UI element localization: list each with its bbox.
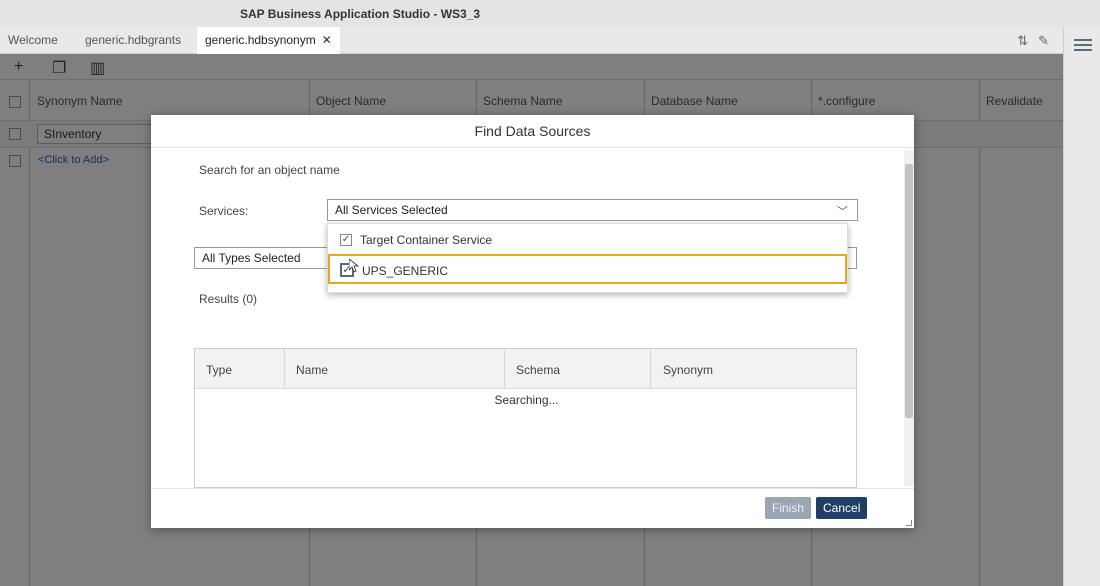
right-sidebar bbox=[1063, 27, 1100, 586]
checkbox-checked-icon[interactable]: ✓ bbox=[340, 234, 352, 246]
find-data-sources-dialog: Find Data Sources Search for an object n… bbox=[151, 115, 914, 528]
col-synonym[interactable]: Synonym bbox=[663, 363, 713, 377]
search-label: Search for an object name bbox=[199, 163, 340, 177]
dialog-scrollbar[interactable] bbox=[904, 150, 914, 486]
results-table: Type Name Schema Synonym Searching... bbox=[194, 348, 857, 488]
finish-button[interactable]: Finish bbox=[765, 497, 812, 519]
services-label: Services: bbox=[199, 204, 249, 218]
searching-status: Searching... bbox=[494, 393, 559, 407]
dialog-footer: Finish Cancel bbox=[151, 488, 914, 528]
cancel-button[interactable]: Cancel bbox=[816, 497, 868, 519]
results-table-header: Type Name Schema Synonym bbox=[195, 349, 856, 389]
col-type[interactable]: Type bbox=[206, 363, 232, 377]
window-title-bar: SAP Business Application Studio - WS3_3 bbox=[0, 0, 1100, 27]
service-option-ups-generic[interactable]: ✓ UPS_GENERIC bbox=[328, 254, 847, 284]
sync-icon[interactable]: ⇅ bbox=[1017, 33, 1028, 48]
tab-tools: ⇅ ✎ bbox=[1007, 33, 1049, 49]
tab-welcome[interactable]: Welcome bbox=[0, 27, 66, 54]
mouse-cursor-icon bbox=[349, 259, 359, 273]
pin-icon[interactable]: ✎ bbox=[1038, 33, 1049, 48]
tab-generic-hdbgrants[interactable]: generic.hdbgrants bbox=[77, 27, 189, 54]
tab-generic-hdbsynonym[interactable]: generic.hdbsynonym ✕ bbox=[197, 27, 340, 54]
option-label: UPS_GENERIC bbox=[362, 264, 449, 278]
dialog-body: Search for an object name Services: All … bbox=[151, 148, 914, 488]
services-dropdown: ✓ Target Container Service ✓ UPS_GENERIC bbox=[327, 223, 848, 293]
services-select[interactable]: All Services Selected ﹀ bbox=[327, 199, 858, 221]
outline-list-icon[interactable] bbox=[1074, 39, 1092, 53]
col-name[interactable]: Name bbox=[296, 363, 328, 377]
tab-label: generic.hdbgrants bbox=[85, 33, 182, 47]
results-count: Results (0) bbox=[199, 292, 258, 306]
tab-label: generic.hdbsynonym bbox=[205, 33, 316, 47]
dialog-title: Find Data Sources bbox=[151, 115, 914, 148]
tab-label: Welcome bbox=[8, 33, 58, 47]
option-label: Target Container Service bbox=[360, 233, 493, 247]
editor-tab-bar: Welcome generic.hdbgrants generic.hdbsyn… bbox=[0, 27, 1063, 54]
services-select-value: All Services Selected bbox=[335, 203, 448, 217]
col-schema[interactable]: Schema bbox=[516, 363, 560, 377]
types-select-value: All Types Selected bbox=[202, 251, 301, 265]
resize-grip[interactable] bbox=[906, 520, 912, 526]
scrollbar-thumb[interactable] bbox=[905, 164, 913, 418]
service-option-target-container[interactable]: ✓ Target Container Service bbox=[328, 225, 847, 255]
close-tab-icon[interactable]: ✕ bbox=[322, 33, 332, 47]
window-title: SAP Business Application Studio - WS3_3 bbox=[240, 7, 481, 21]
chevron-down-icon: ﹀ bbox=[837, 206, 848, 218]
